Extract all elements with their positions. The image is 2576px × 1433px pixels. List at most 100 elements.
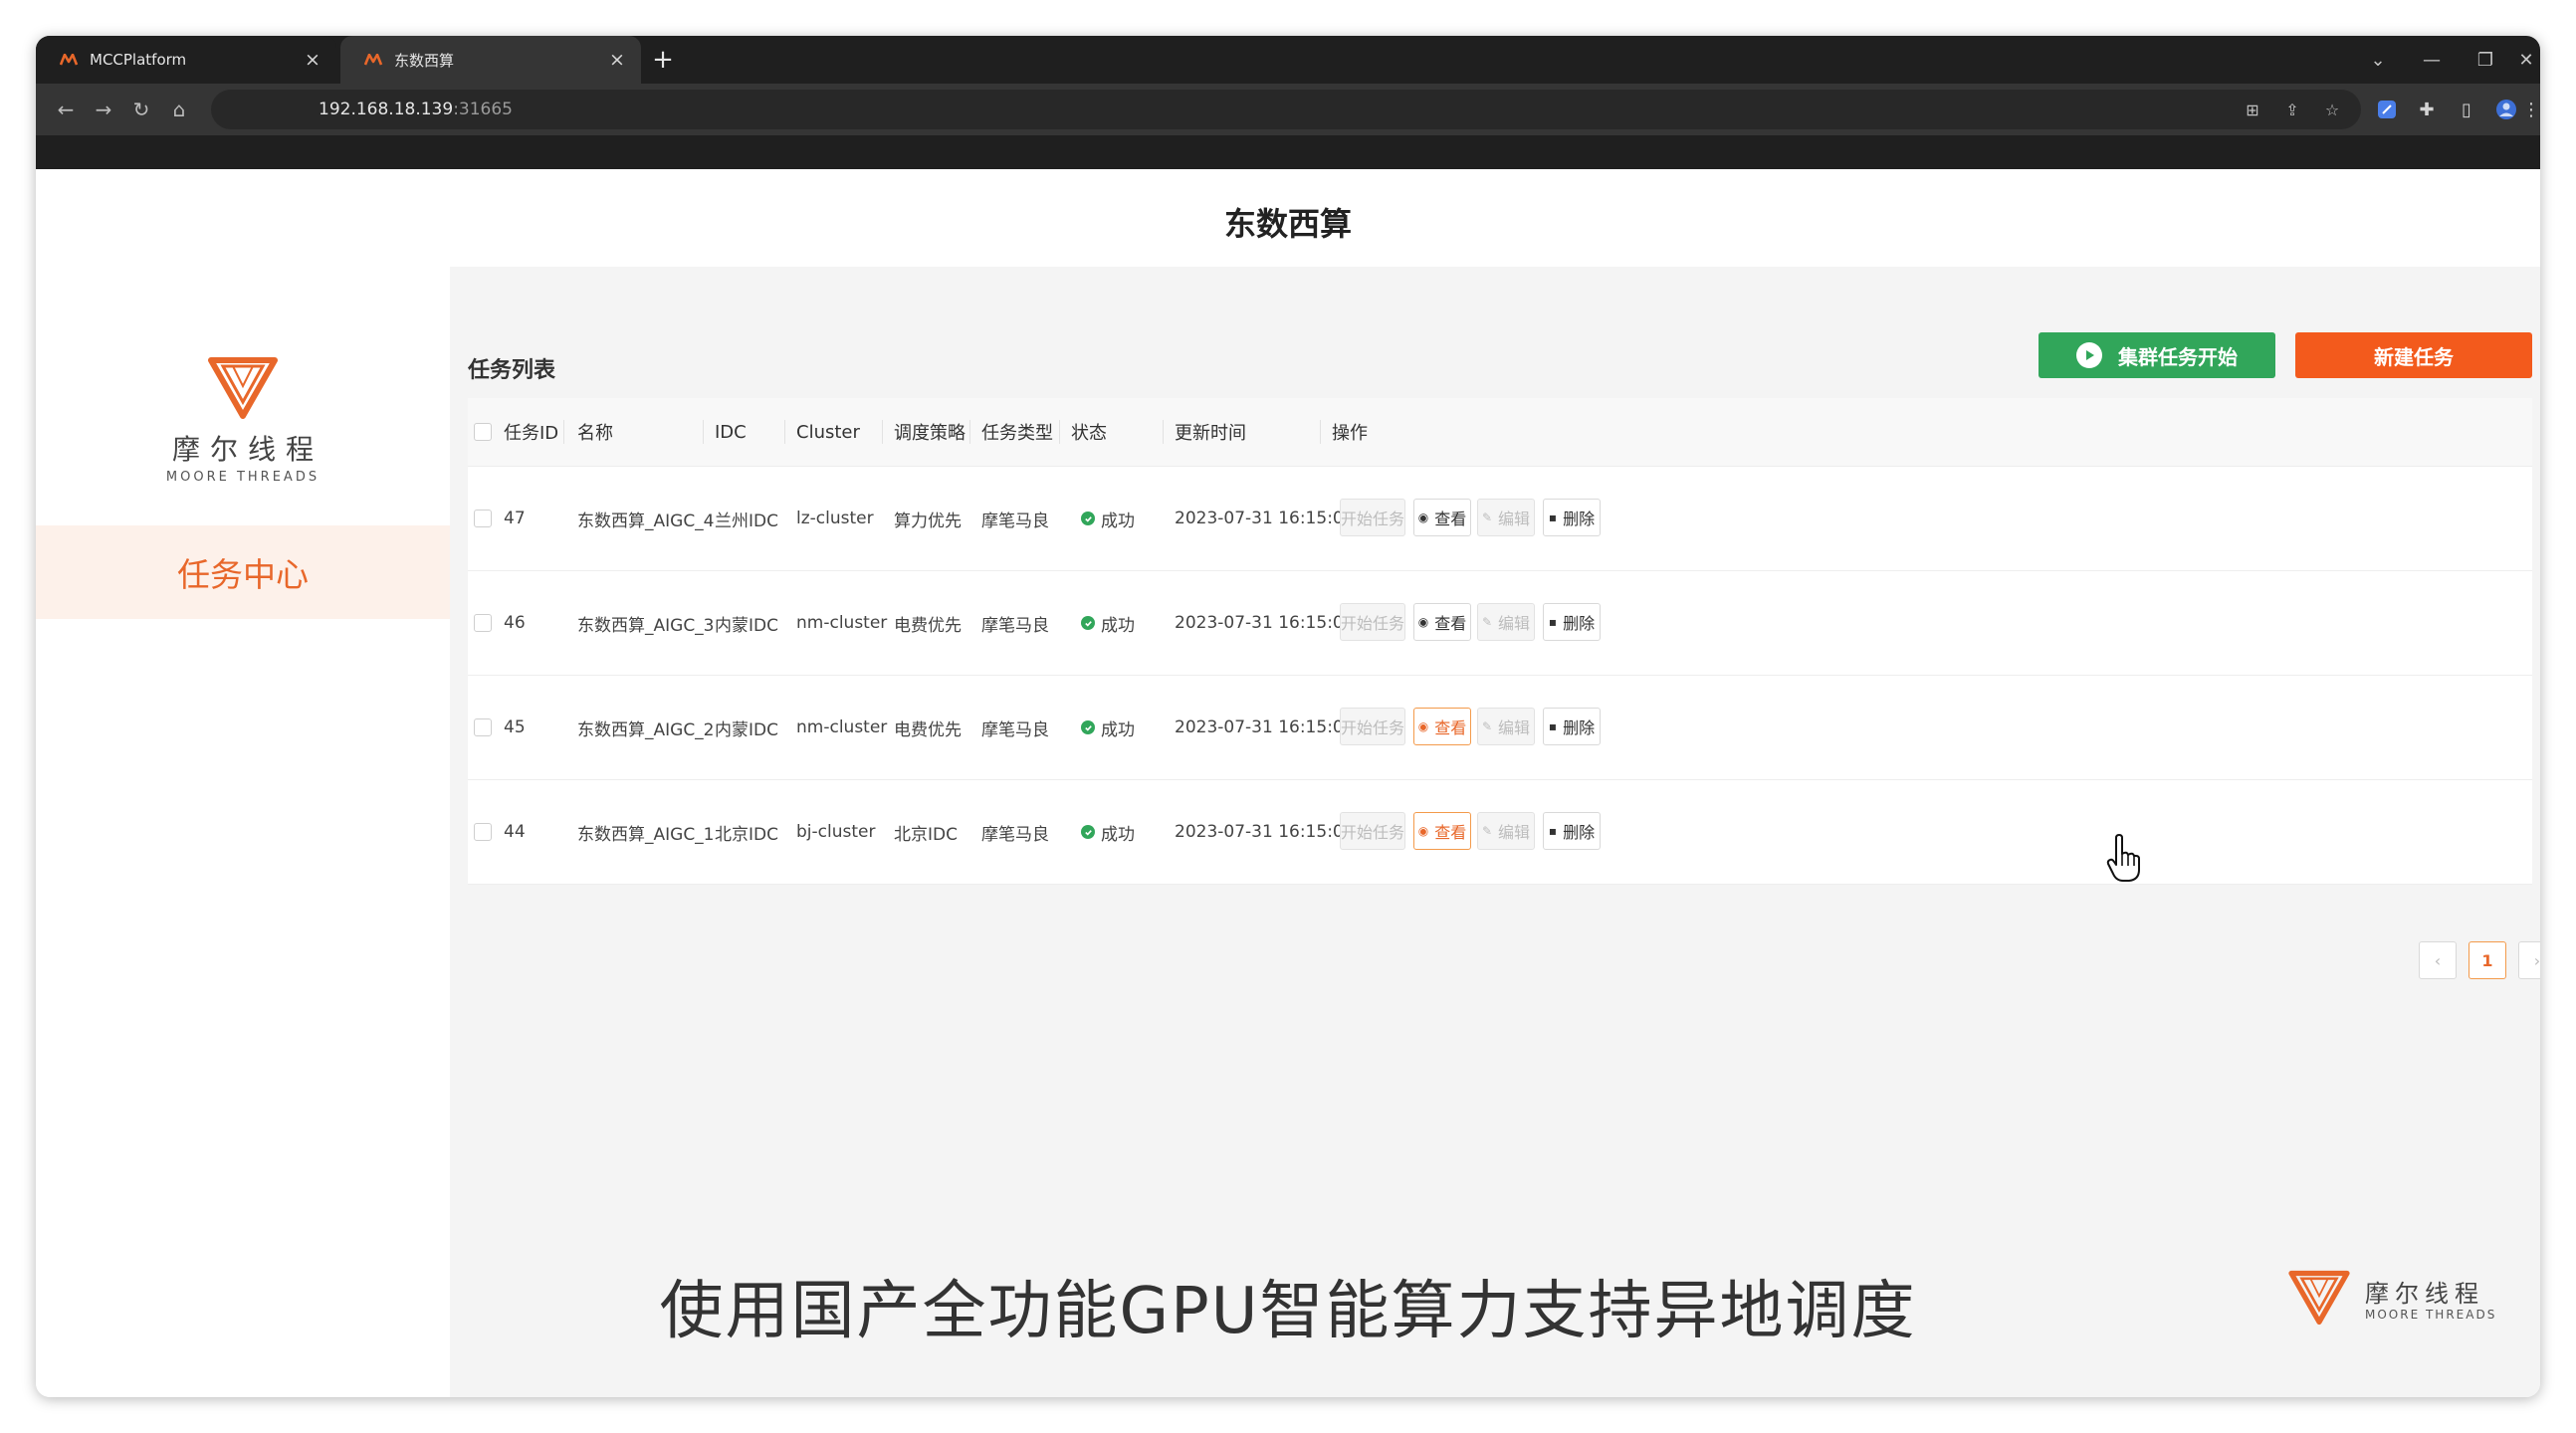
start-task-button[interactable]: 开始任务 [1340,499,1405,536]
status-text: 成功 [1101,615,1135,636]
cell-task-id: 47 [504,509,526,528]
share-icon[interactable]: ⇪ [2281,100,2303,119]
edit-button-label: 编辑 [1498,614,1531,633]
moore-threads-logo-icon [208,357,278,419]
address-bar[interactable]: 192.168.18.139:31665 ⊞ ⇪ ☆ [211,90,2361,129]
delete-button[interactable]: ▪ 删除 [1543,708,1601,745]
view-button-label: 查看 [1434,510,1467,528]
row-checkbox[interactable] [474,614,492,632]
view-button[interactable]: ◉ 查看 [1413,499,1471,536]
restore-icon[interactable]: ❐ [2459,36,2512,84]
view-button[interactable]: ◉ 查看 [1413,708,1471,745]
cell-status: 成功 [1081,676,1135,779]
close-tab-icon[interactable]: × [301,49,324,71]
cell-updated: 2023-07-31 16:15:07 [1175,822,1355,842]
side-panel-icon[interactable]: ▯ [2451,94,2482,125]
app-header: 东数西算 [36,169,2540,267]
start-task-button-label: 开始任务 [1341,823,1405,842]
edit-button[interactable]: ✎ 编辑 [1477,603,1535,641]
column-header-task-type: 任务类型 [981,423,1053,444]
cell-checkbox [474,467,492,570]
profile-avatar-icon[interactable] [2490,94,2522,125]
start-task-button-label: 开始任务 [1341,718,1405,737]
hand-cursor-icon [2106,834,2140,882]
start-task-button-label: 开始任务 [1341,510,1405,528]
pagination-page[interactable]: 1 [2469,941,2506,979]
cell-updated: 2023-07-31 16:15:07 [1175,613,1355,633]
eye-icon: ◉ [1417,615,1429,629]
table-header: 任务ID 名称 IDC Cluster 调度策略 任务类型 状态 更新时间 操作 [468,398,2532,467]
delete-button[interactable]: ▪ 删除 [1543,603,1601,641]
watermark-name: 摩尔线程 [2365,1280,2484,1308]
sidebar-item-task-center[interactable]: 任务中心 [36,525,450,619]
row-checkbox[interactable] [474,823,492,841]
forward-icon[interactable]: → [88,94,119,125]
cell-checkbox [474,571,492,675]
pagination-next[interactable]: › [2518,941,2540,979]
view-button[interactable]: ◉ 查看 [1413,812,1471,850]
extensions-puzzle-icon[interactable]: ✚ [2411,94,2443,125]
trash-icon: ▪ [1548,719,1558,733]
minimize-icon[interactable]: — [2405,36,2459,84]
tab-mccplatform[interactable]: MCCPlatform × [36,36,336,84]
cluster-task-start-button[interactable]: 集群任务开始 [2039,332,2275,378]
browser-menu-icon[interactable]: ⋮ [2522,94,2540,125]
url-text: 192.168.18.139:31665 [319,100,513,119]
delete-button[interactable]: ▪ 删除 [1543,812,1601,850]
reload-icon[interactable]: ↻ [125,94,157,125]
back-icon[interactable]: ← [50,94,82,125]
cell-status: 成功 [1081,467,1135,570]
cell-updated: 2023-07-31 16:15:07 [1175,509,1355,528]
row-checkbox[interactable] [474,718,492,736]
browser-window: MCCPlatform × 东数西算 × + ⌄ — ❐ ✕ ← → ↻ ⌂ 1… [36,36,2540,1397]
edit-button-label: 编辑 [1498,718,1531,737]
cell-checkbox [474,676,492,779]
translate-icon[interactable]: ⊞ [2242,100,2263,119]
cell-idc: 内蒙IDC [715,615,778,636]
check-circle-icon [1081,512,1095,525]
extension-blue-icon[interactable] [2371,94,2403,125]
tab-search-chevron-icon[interactable]: ⌄ [2351,36,2405,84]
cell-name: 东数西算_AIGC_4 [577,511,715,531]
home-icon[interactable]: ⌂ [163,94,195,125]
cell-status: 成功 [1081,780,1135,884]
table-row: 46 东数西算_AIGC_3 内蒙IDC nm-cluster 电费优先 摩笔马良 2023… [468,571,2532,676]
start-task-button[interactable]: 开始任务 [1340,708,1405,745]
pencil-icon: ✎ [1481,719,1493,733]
column-header-updated: 更新时间 [1175,423,1246,444]
row-checkbox[interactable] [474,510,492,527]
start-task-button[interactable]: 开始任务 [1340,603,1405,641]
delete-button[interactable]: ▪ 删除 [1543,499,1601,536]
tab-dongshuxisuan[interactable]: 东数西算 × [340,36,641,84]
logo-subtitle: MOORE THREADS [165,470,321,485]
edit-button-label: 编辑 [1498,510,1531,528]
tab-title: 东数西算 [394,51,455,70]
bookmark-star-icon[interactable]: ☆ [2321,100,2343,119]
table-row: 45 东数西算_AIGC_2 内蒙IDC nm-cluster 电费优先 摩笔马良 2023… [468,676,2532,780]
start-task-button[interactable]: 开始任务 [1340,812,1405,850]
new-tab-icon[interactable]: + [643,36,683,84]
select-all-checkbox[interactable] [474,423,492,441]
sidebar: 摩尔线程 MOORE THREADS 任务中心 [36,267,450,1397]
view-button-label: 查看 [1434,718,1467,737]
new-task-button[interactable]: 新建任务 [2295,332,2532,378]
column-header-idc: IDC [715,421,747,443]
cell-task-type: 摩笔马良 [981,511,1049,531]
view-button[interactable]: ◉ 查看 [1413,603,1471,641]
main-content: 任务列表 集群任务开始 新建任务 任务ID 名称 IDC Cluster 调度策… [450,267,2540,1397]
edit-button[interactable]: ✎ 编辑 [1477,708,1535,745]
status-text: 成功 [1101,511,1135,531]
browser-bottom-band [36,135,2540,169]
edit-button[interactable]: ✎ 编辑 [1477,499,1535,536]
cell-task-type: 摩笔马良 [981,824,1049,845]
close-window-icon[interactable]: ✕ [2512,36,2540,84]
moore-threads-favicon-icon [60,54,80,66]
column-header-name: 名称 [577,423,613,444]
cell-cluster: nm-cluster [796,717,888,737]
video-caption: 使用国产全功能GPU智能算力支持异地调度 [659,1275,1917,1348]
pagination-prev[interactable]: ‹ [2419,941,2457,979]
edit-button[interactable]: ✎ 编辑 [1477,812,1535,850]
cell-task-id: 45 [504,717,526,737]
close-tab-icon[interactable]: × [605,49,629,71]
check-circle-icon [1081,720,1095,734]
